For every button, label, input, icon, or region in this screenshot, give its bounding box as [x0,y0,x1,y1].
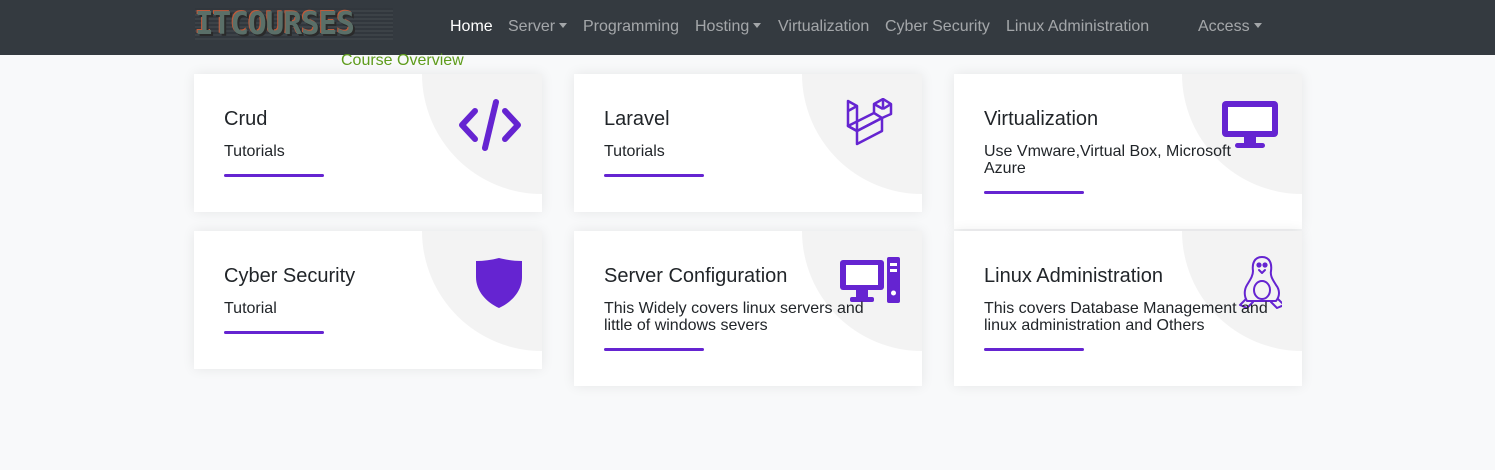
nav-linux-administration[interactable]: Linux Administration [1006,17,1149,37]
nav-cyber-security[interactable]: Cyber Security [885,17,990,37]
top-navbar: ITCOURSES Home Server Programming Hostin… [0,0,1495,55]
card-description: This Widely covers linux servers and lit… [604,300,864,334]
nav-home-label: Home [450,18,493,35]
card-description: Tutorials [604,143,665,160]
card-description: Use Vmware,Virtual Box, Microsoft Azure [984,143,1231,177]
course-card-virtualization[interactable]: Virtualization Use Vmware,Virtual Box, M… [954,74,1302,229]
course-overview-heading: Course Overview [341,52,464,69]
card-title: Crud [224,108,268,130]
nav-cyber-security-label: Cyber Security [885,18,990,35]
card-title: Linux Administration [984,265,1163,287]
card-title: Laravel [604,108,670,130]
nav-access-dropdown[interactable]: Access [1198,17,1262,37]
caret-down-icon [753,23,762,28]
card-underline [984,348,1084,351]
card-description: Tutorial [224,300,277,317]
nav-virtualization-label: Virtualization [778,18,870,35]
card-underline [604,174,704,177]
course-card-laravel[interactable]: Laravel Tutorials [574,74,922,212]
course-card-linux-administration[interactable]: Linux Administration This covers Databas… [954,231,1302,386]
nav-linux-administration-label: Linux Administration [1006,18,1150,35]
card-description: Tutorials [224,143,285,160]
nav-access-label: Access [1198,18,1250,35]
caret-down-icon [559,23,568,28]
card-underline [224,331,324,334]
card-description: This covers Database Management and linu… [984,300,1268,334]
nav-server-dropdown[interactable]: Server [508,17,568,37]
card-title: Server Configuration [604,265,788,287]
nav-hosting-dropdown[interactable]: Hosting [695,17,762,37]
caret-down-icon [1253,23,1262,28]
card-title: Virtualization [984,108,1099,130]
card-underline [984,191,1084,194]
nav-programming-label: Programming [583,18,680,35]
course-card-crud[interactable]: Crud Tutorials [194,74,542,212]
course-card-server-configuration[interactable]: Server Configuration This Widely covers … [574,231,922,386]
card-underline [224,174,324,177]
nav-virtualization[interactable]: Virtualization [778,17,869,37]
card-title: Cyber Security [224,265,356,287]
nav-home[interactable]: Home [450,17,493,37]
brand-logo[interactable]: ITCOURSES [195,8,393,40]
nav-server-label: Server [508,18,556,35]
nav-hosting-label: Hosting [695,18,750,35]
card-underline [604,348,704,351]
course-card-cyber-security[interactable]: Cyber Security Tutorial [194,231,542,369]
nav-programming[interactable]: Programming [583,17,679,37]
